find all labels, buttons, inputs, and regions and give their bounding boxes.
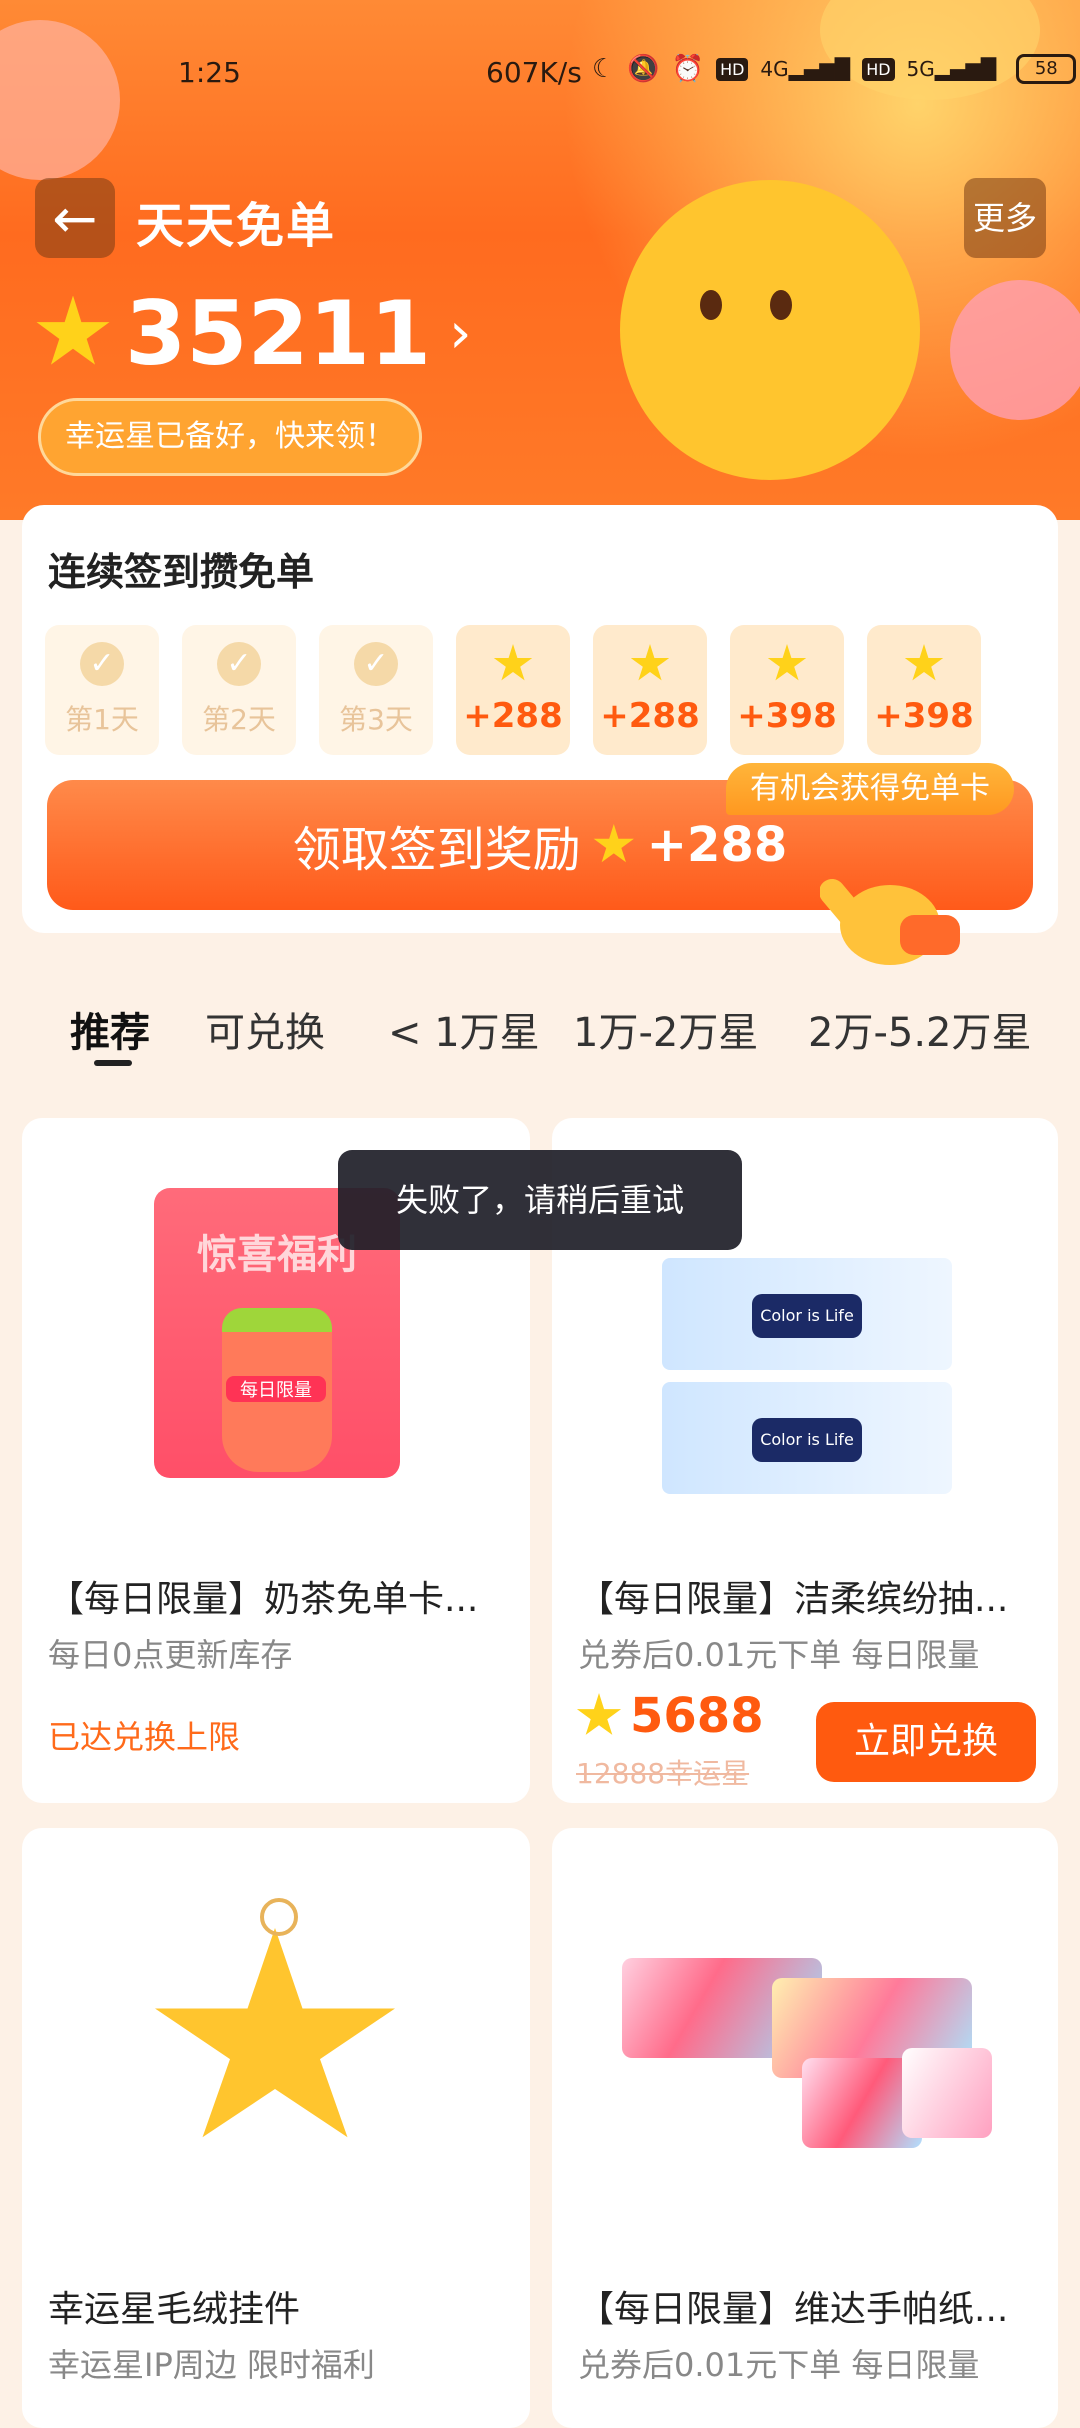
day-reward: +398 [874, 696, 974, 736]
plush-star [155, 1928, 395, 2138]
star-icon [576, 1693, 622, 1735]
arrow-left-icon: ← [52, 186, 98, 250]
original-price: 12888幸运星 [576, 1757, 750, 1790]
price-value: 5688 [630, 1688, 764, 1744]
product-subtitle: 兑券后0.01元下单 每日限量 [578, 1636, 980, 1674]
mute-bell-icon: 🔕 [627, 54, 660, 84]
star-icon [904, 644, 944, 681]
product-image: Color is Life Color is Life [662, 1258, 952, 1498]
star-icon [493, 644, 533, 681]
check-icon: ✓ [80, 642, 124, 686]
back-button[interactable]: ← [35, 178, 115, 258]
status-time: 1:25 [178, 56, 241, 89]
day-reward: +288 [463, 696, 563, 736]
product-title: 幸运星毛绒挂件 [48, 2289, 301, 2330]
day-7: +398 [867, 625, 981, 755]
tab-under-10k[interactable]: < 1万星 [388, 1000, 540, 1058]
points-balance[interactable]: 35211 › [35, 282, 472, 385]
signin-days: ✓ 第1天 ✓ 第2天 ✓ 第3天 +288 +288 +398 +398 [45, 625, 981, 755]
check-icon: ✓ [217, 642, 261, 686]
day-6: +398 [730, 625, 844, 755]
category-tabs: 推荐 可兑换 < 1万星 1万-2万星 2万-5.2万星 [0, 990, 1080, 1080]
drink-badge: 每日限量 [226, 1376, 326, 1402]
day-5: +288 [593, 625, 707, 755]
star-icon [36, 295, 110, 365]
day-2: ✓ 第2天 [182, 625, 296, 755]
product-image [622, 1958, 992, 2158]
day-reward: +288 [600, 696, 700, 736]
signal-5g-icon: 5G▂▄▆█ [906, 57, 997, 81]
error-toast: 失败了，请稍后重试 [338, 1150, 742, 1250]
brand-label: Color is Life [752, 1294, 862, 1338]
tab-20k-52k[interactable]: 2万-5.2万星 [808, 1000, 1032, 1058]
product-subtitle: 兑券后0.01元下单 每日限量 [578, 2346, 980, 2384]
day-label: 第3天 [339, 703, 413, 736]
claim-amount: +288 [646, 817, 788, 873]
chevron-right-icon: › [449, 301, 472, 366]
tab-recommend[interactable]: 推荐 [70, 1000, 150, 1058]
product-card[interactable]: 幸运星毛绒挂件 幸运星IP周边 限时福利 [22, 1828, 530, 2428]
alarm-icon: ⏰ [671, 54, 705, 84]
signal-4g-icon: 4G▂▄▆█ [760, 57, 851, 81]
hd-badge-2: HD [862, 57, 895, 81]
pointing-hand-icon [819, 855, 960, 975]
product-price: 5688 [576, 1688, 764, 1744]
signin-title: 连续签到攒免单 [48, 550, 315, 594]
network-speed: 607K/s [486, 56, 582, 89]
star-icon [593, 824, 634, 863]
product-title: 【每日限量】奶茶免单卡... [48, 1579, 479, 1620]
tissue-pack-1: Color is Life [662, 1258, 952, 1370]
tab-underline [94, 1060, 132, 1066]
brand-label: Color is Life [752, 1418, 862, 1462]
claim-label: 领取签到奖励 [292, 822, 581, 878]
net-type-5g: 5G [906, 57, 935, 81]
tissue-pack-2: Color is Life [662, 1382, 952, 1494]
product-title: 【每日限量】维达手帕纸... [578, 2289, 1009, 2330]
product-image [150, 1898, 400, 2158]
tissue-pouch-4 [902, 2048, 992, 2138]
day-label: 第1天 [65, 703, 139, 736]
points-value: 35211 [125, 282, 432, 385]
more-button[interactable]: 更多 [964, 178, 1046, 258]
product-subtitle: 每日0点更新库存 [48, 1636, 293, 1674]
page-title: 天天免单 [136, 198, 337, 254]
star-icon [630, 644, 670, 681]
exchange-now-button[interactable]: 立即兑换 [816, 1702, 1036, 1782]
hd-badge: HD [716, 57, 749, 81]
moon-icon: ☾ [592, 54, 616, 84]
check-icon: ✓ [354, 642, 398, 686]
product-subtitle: 幸运星IP周边 限时福利 [48, 2346, 375, 2384]
star-icon [767, 644, 807, 681]
day-label: 第2天 [202, 703, 276, 736]
product-title: 【每日限量】洁柔缤纷抽... [578, 1579, 1009, 1620]
status-bar: 1:25 607K/s ☾ 🔕 ⏰ HD 4G▂▄▆█ HD 5G▂▄▆█ 58 [0, 48, 1080, 89]
day-1: ✓ 第1天 [45, 625, 159, 755]
day-reward: +398 [737, 696, 837, 736]
day-3: ✓ 第3天 [319, 625, 433, 755]
tab-redeemable[interactable]: 可兑换 [205, 1000, 325, 1058]
product-card[interactable]: 【每日限量】维达手帕纸... 兑券后0.01元下单 每日限量 [552, 1828, 1058, 2428]
lucky-star-hint[interactable]: 幸运星已备好，快来领！ [38, 398, 422, 476]
net-type-4g: 4G [760, 57, 789, 81]
battery-icon: 58 [1016, 54, 1077, 84]
exchange-limit-status: 已达兑换上限 [48, 1718, 241, 1756]
keyring-loop [260, 1898, 298, 1936]
tab-10k-20k[interactable]: 1万-2万星 [573, 1000, 758, 1058]
day-4: +288 [456, 625, 570, 755]
free-card-chance-tag: 有机会获得免单卡 [726, 763, 1014, 815]
